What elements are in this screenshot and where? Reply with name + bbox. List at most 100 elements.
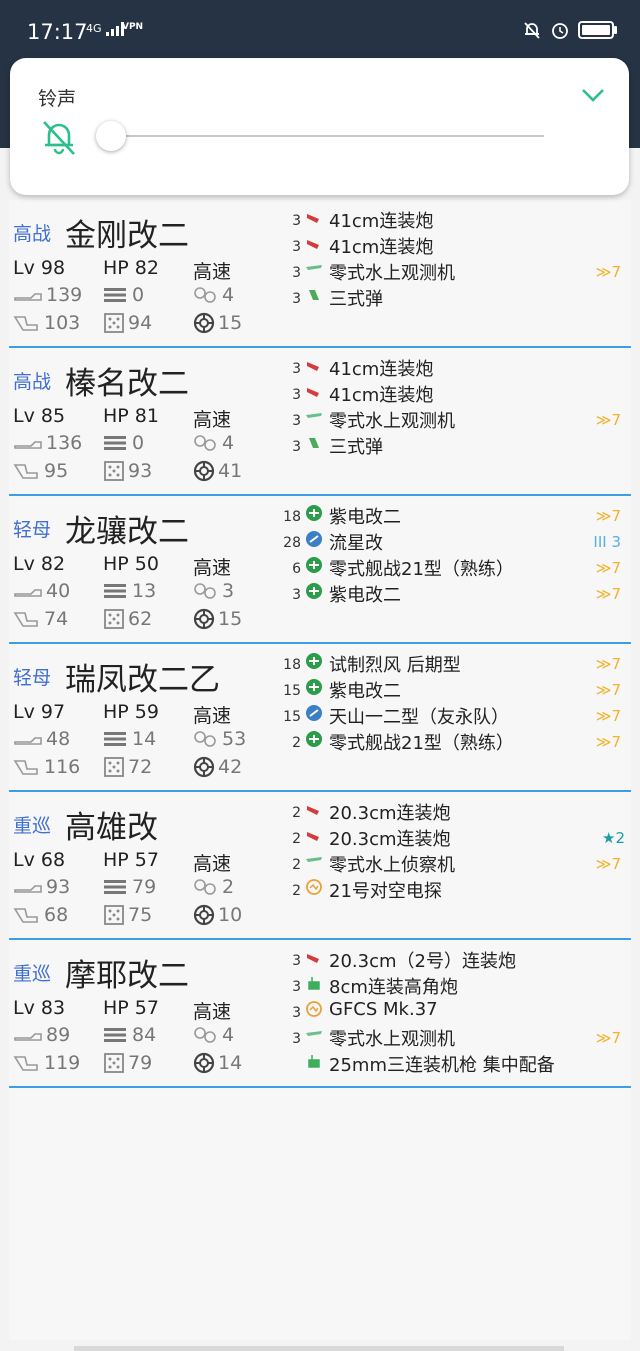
volume-slider-thumb[interactable]	[96, 121, 126, 151]
ship-hp: HP 81	[103, 405, 159, 427]
equipment-slot[interactable]: 3 8cm连装高角炮	[279, 973, 631, 999]
equipment-slot[interactable]: 3 紫电改二 ≫7	[279, 581, 631, 607]
equipment-slot[interactable]: 3 三式弹	[279, 433, 631, 459]
volume-slider-track[interactable]	[110, 135, 544, 137]
ship-class: 重巡	[13, 815, 52, 837]
stat-armor: 72	[103, 756, 152, 778]
equipment-slot[interactable]: 15 天山一二型（友永队） ≫7	[279, 703, 631, 729]
ship-hp: HP 82	[103, 257, 159, 279]
equipment-slot[interactable]: 18 试制烈风 后期型 ≫7	[279, 651, 631, 677]
stat-armor: 62	[103, 608, 152, 630]
ship-row[interactable]: 重巡 高雄改 Lv 68 HP 57 高速 93 79 2 68 75 10 2 20.3cm连装炮 2 2…	[9, 792, 631, 940]
equipment-slot[interactable]: 25mm三连装机枪 集中配备	[279, 1051, 631, 1077]
ship-row[interactable]: 重巡 摩耶改二 Lv 83 HP 57 高速 89 84 4 119 79 14 3 20.3cm（2号…	[9, 940, 631, 1088]
evasion-icon	[193, 285, 219, 305]
stat-value: 94	[128, 312, 153, 334]
luck-icon	[193, 312, 215, 334]
torpedo-icon	[103, 878, 129, 896]
torpedo-icon	[103, 582, 129, 600]
volume-panel: 铃声	[10, 58, 629, 195]
stat-value: 53	[222, 728, 247, 750]
improvement-badge: ≫7	[595, 585, 621, 603]
bell-off-icon[interactable]	[40, 118, 78, 160]
slot-count: 18	[283, 657, 301, 673]
radar-orange-icon	[305, 878, 323, 896]
slot-count: 28	[283, 535, 301, 551]
improvement-badge: III 3	[593, 533, 621, 551]
ship-row[interactable]: 轻母 瑞凤改二乙 Lv 97 HP 59 高速 48 14 53 116 72 42 18 试制烈风 后…	[9, 644, 631, 792]
slot-count: 3	[292, 953, 301, 969]
equipment-slot[interactable]: 2 21号对空电探	[279, 877, 631, 903]
bell-off-icon	[524, 22, 540, 39]
stat-aa: 74	[13, 608, 68, 630]
equipment-name: 三式弹	[329, 437, 383, 458]
equipment-slot[interactable]: 3 GFCS Mk.37	[279, 999, 631, 1025]
anti-air-icon	[13, 313, 41, 333]
seaplane-green-icon	[305, 408, 323, 426]
equipment-slot[interactable]: 3 20.3cm（2号）连装炮	[279, 947, 631, 973]
equipment-slot[interactable]: 2 零式舰战21型（熟练） ≫7	[279, 729, 631, 755]
luck-icon	[193, 460, 215, 482]
stat-value: 0	[132, 432, 145, 454]
luck-icon	[193, 608, 215, 630]
equipment-name: 零式水上观测机	[329, 1029, 455, 1050]
ship-row[interactable]: 轻母 龙骧改二 Lv 82 HP 50 高速 40 13 3 74 62 15 18 紫电改二 ≫7 28 流…	[9, 496, 631, 644]
aa-gun-green-icon	[305, 974, 323, 992]
equipment-slot[interactable]: 15 紫电改二 ≫7	[279, 677, 631, 703]
equipment-slot[interactable]: 2 零式水上侦察机 ≫7	[279, 851, 631, 877]
equipment-slot[interactable]: 3 41cm连装炮	[279, 381, 631, 407]
stat-torpedo: 0	[103, 284, 144, 306]
equipment-slot[interactable]: 6 零式舰战21型（熟练） ≫7	[279, 555, 631, 581]
alarm-icon	[552, 23, 568, 39]
stat-range: 4	[193, 284, 234, 306]
improvement-badge: ★2	[602, 829, 625, 847]
equipment-slot[interactable]: 3 零式水上观测机 ≫7	[279, 407, 631, 433]
stat-value: 75	[128, 904, 153, 926]
ship-list[interactable]: 高战 金刚改二 Lv 98 HP 82 高速 139 0 4 103 94 15 3 41cm连装炮 3 4…	[9, 200, 631, 1340]
shell-green-icon	[305, 434, 323, 452]
ship-row[interactable]: 高战 金刚改二 Lv 98 HP 82 高速 139 0 4 103 94 15 3 41cm连装炮 3 4…	[9, 200, 631, 348]
anti-air-icon	[13, 609, 41, 629]
armor-icon	[103, 460, 125, 482]
equipment-slot[interactable]: 28 流星改 III 3	[279, 529, 631, 555]
equipment-name: 流星改	[329, 533, 383, 554]
equipment-slot[interactable]: 3 零式水上观测机 ≫7	[279, 1025, 631, 1051]
stat-aa: 116	[13, 756, 80, 778]
ship-name: 龙骧改二	[65, 514, 189, 550]
equipment-slot[interactable]: 3 41cm连装炮	[279, 233, 631, 259]
status-icons	[522, 20, 617, 40]
equipment-slot[interactable]: 2 20.3cm连装炮 ★2	[279, 825, 631, 851]
ship-class: 轻母	[13, 667, 52, 689]
improvement-badge: ≫7	[595, 707, 621, 725]
ship-row[interactable]: 高战 榛名改二 Lv 85 HP 81 高速 136 0 4 95 93 41 3 41cm连装炮 3 41…	[9, 348, 631, 496]
shell-green-icon	[305, 286, 323, 304]
equipment-slot[interactable]: 3 41cm连装炮	[279, 207, 631, 233]
network-indicator: 4G	[86, 22, 125, 36]
main-gun-red-icon	[305, 948, 323, 966]
stat-range: 4	[193, 432, 234, 454]
equipment-slot[interactable]: 3 零式水上观测机 ≫7	[279, 259, 631, 285]
equipment-slot[interactable]: 3 41cm连装炮	[279, 355, 631, 381]
equipment-slot[interactable]: 2 20.3cm连装炮	[279, 799, 631, 825]
equipment-name: 25mm三连装机枪 集中配备	[329, 1055, 555, 1076]
fighter-green-icon	[305, 556, 323, 574]
equipment-name: 21号对空电探	[329, 881, 442, 902]
stat-armor: 94	[103, 312, 152, 334]
equipment-slot[interactable]: 3 三式弹	[279, 285, 631, 311]
evasion-icon	[193, 877, 219, 897]
bottom-tab-bar	[74, 1346, 564, 1351]
slot-count: 3	[292, 1005, 301, 1021]
stat-fire: 136	[13, 432, 82, 454]
improvement-badge: ≫7	[595, 559, 621, 577]
chevron-down-icon[interactable]	[580, 82, 606, 112]
equipment-name: 41cm连装炮	[329, 237, 434, 258]
slot-count: 3	[292, 361, 301, 377]
stat-luck: 42	[193, 756, 242, 778]
radar-orange-icon	[305, 1000, 323, 1018]
stat-value: 13	[132, 580, 157, 602]
luck-icon	[193, 904, 215, 926]
improvement-badge: ≫7	[595, 1029, 621, 1047]
equipment-name: 零式水上观测机	[329, 411, 455, 432]
torpedo-icon	[103, 730, 129, 748]
equipment-slot[interactable]: 18 紫电改二 ≫7	[279, 503, 631, 529]
